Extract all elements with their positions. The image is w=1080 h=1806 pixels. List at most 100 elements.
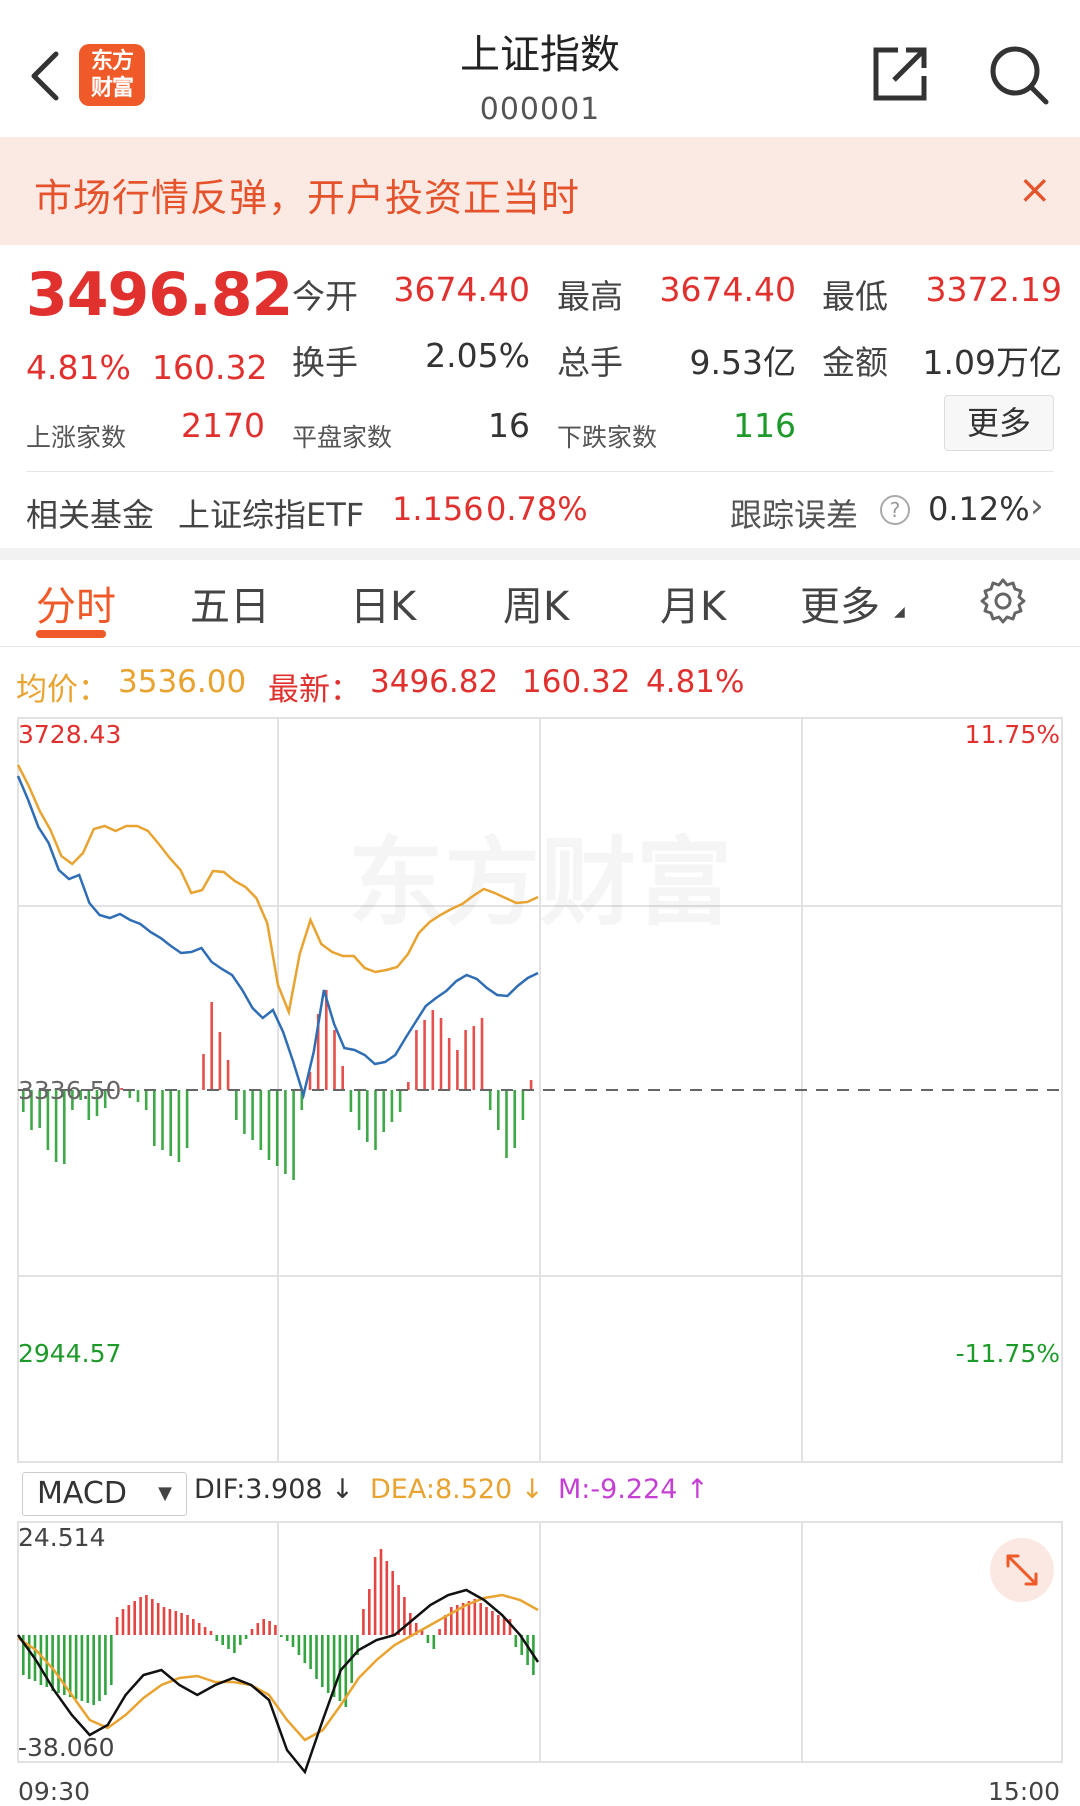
volume-bar — [464, 1030, 467, 1090]
amount-value: 1.09万亿 — [922, 343, 1062, 382]
down-count-label: 下跌家数 — [557, 423, 658, 452]
promo-banner[interactable]: 市场行情反弹，开户投资正当时 × — [0, 137, 1080, 245]
chevron-right-icon[interactable]: › — [1030, 486, 1044, 526]
macd-bar — [385, 1561, 389, 1635]
volume-bar — [447, 1038, 451, 1090]
avg-label: 均价： — [16, 672, 109, 708]
close-icon[interactable]: × — [1018, 167, 1052, 213]
macd-bar — [186, 1615, 189, 1635]
latest-change: 160.32 — [522, 664, 631, 700]
macd-bar — [145, 1595, 148, 1635]
back-arrow-icon[interactable] — [26, 46, 66, 106]
volume-bar — [161, 1090, 164, 1150]
caret-icon: ◢ — [894, 604, 905, 620]
macd-bar — [86, 1635, 90, 1703]
macd-bar — [362, 1609, 365, 1635]
macd-bar — [321, 1635, 324, 1687]
volume-bar — [136, 1090, 140, 1102]
fund-name[interactable]: 上证综指ETF — [178, 490, 364, 536]
time-start-label: 09:30 — [18, 1777, 90, 1806]
volume-bar — [341, 1066, 344, 1090]
help-icon[interactable]: ? — [880, 495, 910, 525]
volume-bar — [226, 1060, 230, 1090]
top-pct-label: 11.75% — [965, 720, 1060, 749]
tab-intraday[interactable]: 分时 — [36, 574, 116, 632]
macd-bar — [426, 1635, 430, 1643]
macd-bar — [74, 1635, 78, 1699]
volume-bar — [267, 1090, 271, 1160]
chart-watermark: 东方财富 — [348, 827, 732, 939]
top-bar: 东方 财富 上证指数 000001 — [0, 0, 1080, 137]
indicator-selector[interactable]: MACD ▼ — [22, 1472, 187, 1516]
change-value: 160.32 — [152, 348, 268, 387]
divider — [26, 471, 1054, 472]
expand-icon[interactable] — [990, 1538, 1054, 1602]
tab-more[interactable]: 更多 — [800, 574, 880, 632]
more-quote-button[interactable]: 更多 — [944, 395, 1054, 451]
latest-percent: 4.81% — [646, 664, 745, 700]
volume-bar — [210, 1002, 213, 1090]
volume-value: 9.53亿 — [689, 343, 796, 382]
macd-bar — [309, 1635, 312, 1669]
gear-icon[interactable] — [978, 576, 1028, 626]
current-price: 3496.82 — [26, 260, 293, 330]
macd-bar — [403, 1597, 406, 1635]
volume-bar — [398, 1090, 402, 1112]
logo-text-2: 财富 — [90, 76, 134, 101]
macd-bar — [467, 1601, 471, 1635]
macd-bar — [244, 1635, 248, 1639]
macd-bar — [27, 1635, 31, 1679]
amount-label: 金额 — [822, 343, 888, 382]
change-percent: 4.81% — [26, 348, 131, 387]
section-divider — [0, 548, 1080, 560]
avg-value: 3536.00 — [118, 664, 247, 700]
macd-bar — [514, 1635, 518, 1647]
volume-bar — [275, 1090, 279, 1166]
macd-bar — [432, 1635, 436, 1649]
macd-bar — [280, 1635, 283, 1637]
search-icon[interactable] — [988, 44, 1050, 106]
app-logo: 东方 财富 — [79, 44, 145, 106]
volume-bar — [259, 1090, 263, 1150]
fund-price: 1.156 — [392, 490, 484, 528]
macd-top-label: 24.514 — [18, 1523, 105, 1552]
promo-banner-text: 市场行情反弹，开户投资正当时 — [34, 176, 581, 220]
macd-bar — [526, 1635, 529, 1665]
macd-bottom-label: -38.060 — [18, 1733, 115, 1762]
macd-bar — [203, 1627, 207, 1635]
flat-count: 16 — [488, 406, 530, 445]
macd-bar — [197, 1623, 201, 1635]
tab-monthly-k[interactable]: 月K — [660, 574, 726, 632]
volume-bar — [243, 1090, 246, 1134]
volume-bar — [382, 1090, 385, 1132]
volume-bar — [374, 1090, 377, 1150]
tab-five-day[interactable]: 五日 — [190, 574, 270, 632]
share-icon[interactable] — [870, 44, 930, 104]
macd-bar — [68, 1635, 72, 1697]
macd-bar — [110, 1635, 113, 1685]
volume-bar — [431, 1010, 435, 1090]
macd-bar — [104, 1635, 107, 1695]
time-end-label: 15:00 — [988, 1777, 1060, 1806]
volume-label: 总手 — [557, 343, 623, 382]
dropdown-arrow-icon: ▼ — [158, 1483, 172, 1504]
macd-bar — [326, 1635, 330, 1693]
up-count-label: 上涨家数 — [26, 423, 127, 452]
top-price-label: 3728.43 — [18, 720, 121, 749]
volume-bar — [218, 1032, 222, 1090]
tab-weekly-k[interactable]: 周K — [503, 574, 569, 632]
stock-code: 000001 — [479, 92, 601, 127]
macd-bar — [262, 1619, 265, 1635]
tab-daily-k[interactable]: 日K — [350, 574, 416, 632]
macd-bar — [92, 1635, 95, 1705]
intraday-chart[interactable]: 东方财富 3728.43 11.75% 3336.50 2944.57 -11.… — [0, 710, 1080, 1806]
base-price-label: 3336.50 — [18, 1076, 121, 1105]
logo-text-1: 东方 — [90, 49, 134, 74]
macd-bar — [274, 1625, 277, 1635]
volume-bar — [513, 1090, 516, 1148]
macd-bar — [192, 1619, 195, 1635]
bottom-pct-label: -11.75% — [956, 1339, 1060, 1368]
macd-bar — [139, 1597, 142, 1635]
volume-bar — [415, 1030, 418, 1090]
volume-bar — [439, 1018, 443, 1090]
